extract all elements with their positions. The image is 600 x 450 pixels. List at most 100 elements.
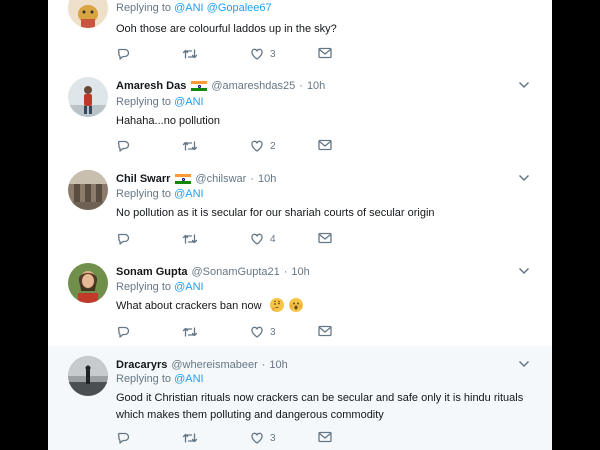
- tweet-actions: 2: [116, 139, 366, 155]
- like-count: 3: [270, 432, 276, 444]
- tweet-time[interactable]: 10h: [307, 80, 325, 92]
- replying-to: Replying to @ANI: [116, 96, 204, 108]
- tweet-time[interactable]: 10h: [269, 359, 287, 371]
- avatar[interactable]: [68, 356, 108, 396]
- direct-message-button[interactable]: [318, 325, 332, 337]
- tweet-text: Good it Christian rituals now crackers c…: [116, 392, 524, 421]
- reply-timeline: Replying to @ANI @Gopalee67 Ooh those ar…: [48, 0, 552, 450]
- dot-separator: ·: [250, 173, 254, 185]
- retweet-button[interactable]: [182, 47, 204, 61]
- retweet-button[interactable]: [182, 325, 204, 339]
- envelope-icon: [318, 139, 332, 151]
- display-name[interactable]: Sonam Gupta: [116, 266, 188, 278]
- like-count: 3: [270, 48, 276, 60]
- display-name[interactable]: Chil Swarr: [116, 173, 170, 185]
- heart-icon: [251, 140, 263, 152]
- retweet-icon: [182, 433, 198, 443]
- tweet-actions: 3: [116, 47, 366, 63]
- reply-icon: [117, 432, 130, 444]
- tweet-item[interactable]: Amaresh Das @amareshdas25 · 10h Replying…: [48, 67, 552, 161]
- avatar[interactable]: [68, 77, 108, 117]
- chevron-down-icon[interactable]: [518, 174, 530, 182]
- tweet-text: Ooh those are colourful laddos up in the…: [116, 23, 337, 35]
- tweet-header: Sonam Gupta @SonamGupta21 · 10h: [116, 263, 310, 281]
- like-button[interactable]: 4: [250, 232, 276, 246]
- tweet-time[interactable]: 10h: [291, 266, 309, 278]
- avatar[interactable]: [68, 0, 108, 28]
- thinking-face-icon: [269, 298, 284, 312]
- tweet-header: Amaresh Das @amareshdas25 · 10h: [116, 77, 325, 95]
- tweet-item[interactable]: Replying to @ANI @Gopalee67 Ooh those ar…: [48, 0, 552, 68]
- retweet-icon: [182, 327, 198, 337]
- user-handle[interactable]: @amareshdas25: [211, 80, 295, 92]
- retweet-icon: [182, 141, 198, 151]
- india-flag-icon: [191, 80, 208, 92]
- left-black-bar: [0, 0, 48, 450]
- india-flag-icon: [175, 173, 192, 185]
- right-black-bar: [552, 0, 600, 450]
- retweet-icon: [182, 234, 198, 244]
- replying-to-link[interactable]: @ANI: [174, 188, 204, 200]
- replying-to-link[interactable]: @ANI: [174, 96, 204, 108]
- direct-message-button[interactable]: [318, 232, 332, 244]
- tweet-actions: 3: [116, 325, 366, 341]
- replying-to: Replying to @ANI @Gopalee67: [116, 2, 272, 14]
- tweet-item[interactable]: Sonam Gupta @SonamGupta21 · 10h Replying…: [48, 253, 552, 347]
- like-count: 2: [270, 140, 276, 152]
- heart-icon: [251, 48, 263, 60]
- reply-button[interactable]: [116, 232, 136, 246]
- retweet-button[interactable]: [182, 232, 204, 246]
- tweet-actions: 4: [116, 232, 366, 248]
- replying-to: Replying to @ANI: [116, 373, 204, 385]
- like-button[interactable]: 3: [250, 325, 276, 339]
- tweet-actions: 3: [116, 431, 366, 447]
- display-name[interactable]: Amaresh Das: [116, 80, 186, 92]
- replying-to: Replying to @ANI: [116, 188, 204, 200]
- chevron-down-icon[interactable]: [518, 360, 530, 368]
- reply-icon: [117, 326, 130, 338]
- tweet-header: Chil Swarr @chilswar · 10h: [116, 170, 276, 188]
- tweet-time[interactable]: 10h: [258, 173, 276, 185]
- reply-button[interactable]: [116, 47, 136, 61]
- direct-message-button[interactable]: [318, 47, 332, 59]
- retweet-button[interactable]: [182, 431, 204, 445]
- replying-to: Replying to @ANI: [116, 281, 204, 293]
- user-handle[interactable]: @chilswar: [195, 173, 246, 185]
- dot-separator: ·: [299, 80, 303, 92]
- tweet-item[interactable]: Dracaryrs @whereismabeer · 10h Replying …: [48, 346, 552, 450]
- reply-button[interactable]: [116, 139, 136, 153]
- envelope-icon: [318, 232, 332, 244]
- like-button[interactable]: 3: [250, 431, 276, 445]
- tweet-text: Hahaha...no pollution: [116, 115, 220, 127]
- tweet-text: No pollution as it is secular for our sh…: [116, 207, 435, 219]
- user-handle[interactable]: @SonamGupta21: [192, 266, 280, 278]
- chevron-down-icon[interactable]: [518, 81, 530, 89]
- like-count: 4: [270, 233, 276, 245]
- tweet-item[interactable]: Chil Swarr @chilswar · 10h Replying to @…: [48, 160, 552, 254]
- heart-icon: [251, 326, 263, 338]
- reply-button[interactable]: [116, 325, 136, 339]
- direct-message-button[interactable]: [318, 139, 332, 151]
- dot-separator: ·: [261, 359, 266, 371]
- avatar[interactable]: [68, 263, 108, 303]
- reply-button[interactable]: [116, 431, 136, 445]
- retweet-button[interactable]: [182, 139, 204, 153]
- replying-to-link[interactable]: @ANI @Gopalee67: [174, 2, 272, 14]
- like-button[interactable]: 3: [250, 47, 276, 61]
- envelope-icon: [318, 47, 332, 59]
- reply-icon: [117, 140, 130, 152]
- dot-separator: ·: [283, 266, 288, 278]
- direct-message-button[interactable]: [318, 431, 332, 443]
- reply-icon: [117, 233, 130, 245]
- replying-to-link[interactable]: @ANI: [174, 373, 204, 385]
- like-button[interactable]: 2: [250, 139, 276, 153]
- avatar[interactable]: [68, 170, 108, 210]
- replying-to-link[interactable]: @ANI: [174, 281, 204, 293]
- envelope-icon: [318, 431, 332, 443]
- display-name[interactable]: Dracaryrs: [116, 359, 167, 371]
- chevron-down-icon[interactable]: [518, 267, 530, 275]
- like-count: 3: [270, 326, 276, 338]
- user-handle[interactable]: @whereismabeer: [171, 359, 257, 371]
- tweet-text: What about crackers ban now: [116, 298, 526, 315]
- tweet-header: Dracaryrs @whereismabeer · 10h: [116, 356, 288, 374]
